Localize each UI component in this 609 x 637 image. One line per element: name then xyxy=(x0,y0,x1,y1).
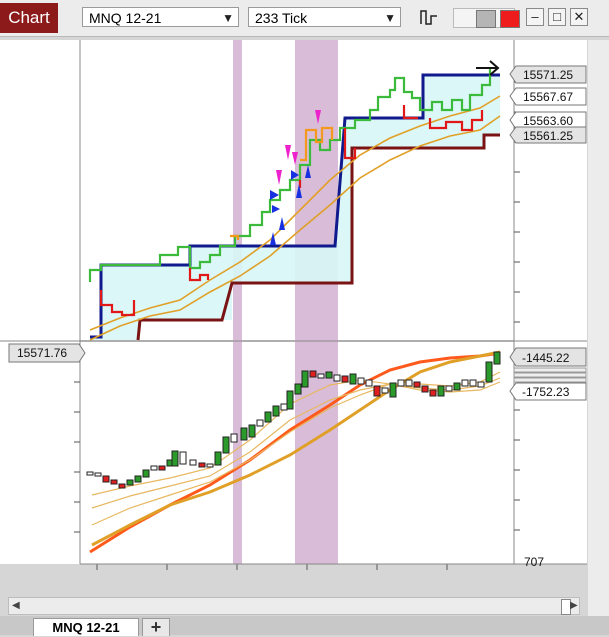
link-color-red-icon[interactable] xyxy=(500,10,520,28)
instrument-value: MNQ 12-21 xyxy=(89,10,162,26)
highlight-band xyxy=(233,40,242,564)
scroll-left-icon[interactable]: ◀ xyxy=(12,600,20,611)
price-label-3: 15563.60 xyxy=(509,111,587,130)
close-button[interactable]: ✕ xyxy=(570,8,588,26)
instrument-selector[interactable]: MNQ 12-21 ▼ xyxy=(82,7,239,27)
price-label-text: 15563.60 xyxy=(523,114,573,128)
tab-mnq[interactable]: MNQ 12-21 xyxy=(33,618,139,636)
interval-selector[interactable]: 233 Tick ▼ xyxy=(248,7,401,27)
crosshair-price-text: 15571.76 xyxy=(17,346,67,360)
indicator-label-2: -1752.23 xyxy=(509,382,587,401)
bar-type-icon[interactable] xyxy=(418,6,440,28)
crosshair-price-label: 15571.76 xyxy=(8,343,86,363)
interval-value: 233 Tick xyxy=(255,10,308,26)
price-label-text: 15571.25 xyxy=(523,68,573,82)
horizontal-scrollbar[interactable]: ◀ ▶ xyxy=(8,597,580,615)
minimize-button[interactable]: – xyxy=(526,8,544,26)
indicator-label-text: -1445.22 xyxy=(522,351,570,365)
time-axis-ticks xyxy=(96,564,448,570)
indicator-label-text: -1752.23 xyxy=(522,385,570,399)
link-color-gray-icon[interactable] xyxy=(476,10,496,28)
indicator-label-1: -1445.22 xyxy=(509,347,587,367)
price-label-text: 15561.25 xyxy=(523,129,573,143)
add-tab-button[interactable]: + xyxy=(142,618,170,636)
scroll-right-icon[interactable]: ▶ xyxy=(570,600,578,611)
price-label-text: 15567.67 xyxy=(523,90,573,104)
indicator-label-stack xyxy=(513,367,587,373)
price-label-4: 15561.25 xyxy=(509,126,587,144)
indicator-label-stack xyxy=(513,377,587,383)
indicator-label-stack xyxy=(513,372,587,378)
price-label-2: 15567.67 xyxy=(509,87,587,106)
price-axis-ticks xyxy=(514,81,520,531)
highlight-band xyxy=(295,40,338,564)
left-axis-ticks xyxy=(74,381,80,533)
right-edge xyxy=(588,40,609,616)
chevron-down-icon: ▼ xyxy=(384,11,396,25)
chart-title-label: Chart xyxy=(0,3,58,33)
indicator-axis-cut-label: 707 xyxy=(524,555,544,569)
price-label-1: 15571.25 xyxy=(509,65,587,84)
chart-canvas[interactable]: 15571.25 15567.67 15563.60 15561.25 1557… xyxy=(0,36,609,616)
maximize-button[interactable]: □ xyxy=(548,8,566,26)
chevron-down-icon: ▼ xyxy=(222,11,234,25)
